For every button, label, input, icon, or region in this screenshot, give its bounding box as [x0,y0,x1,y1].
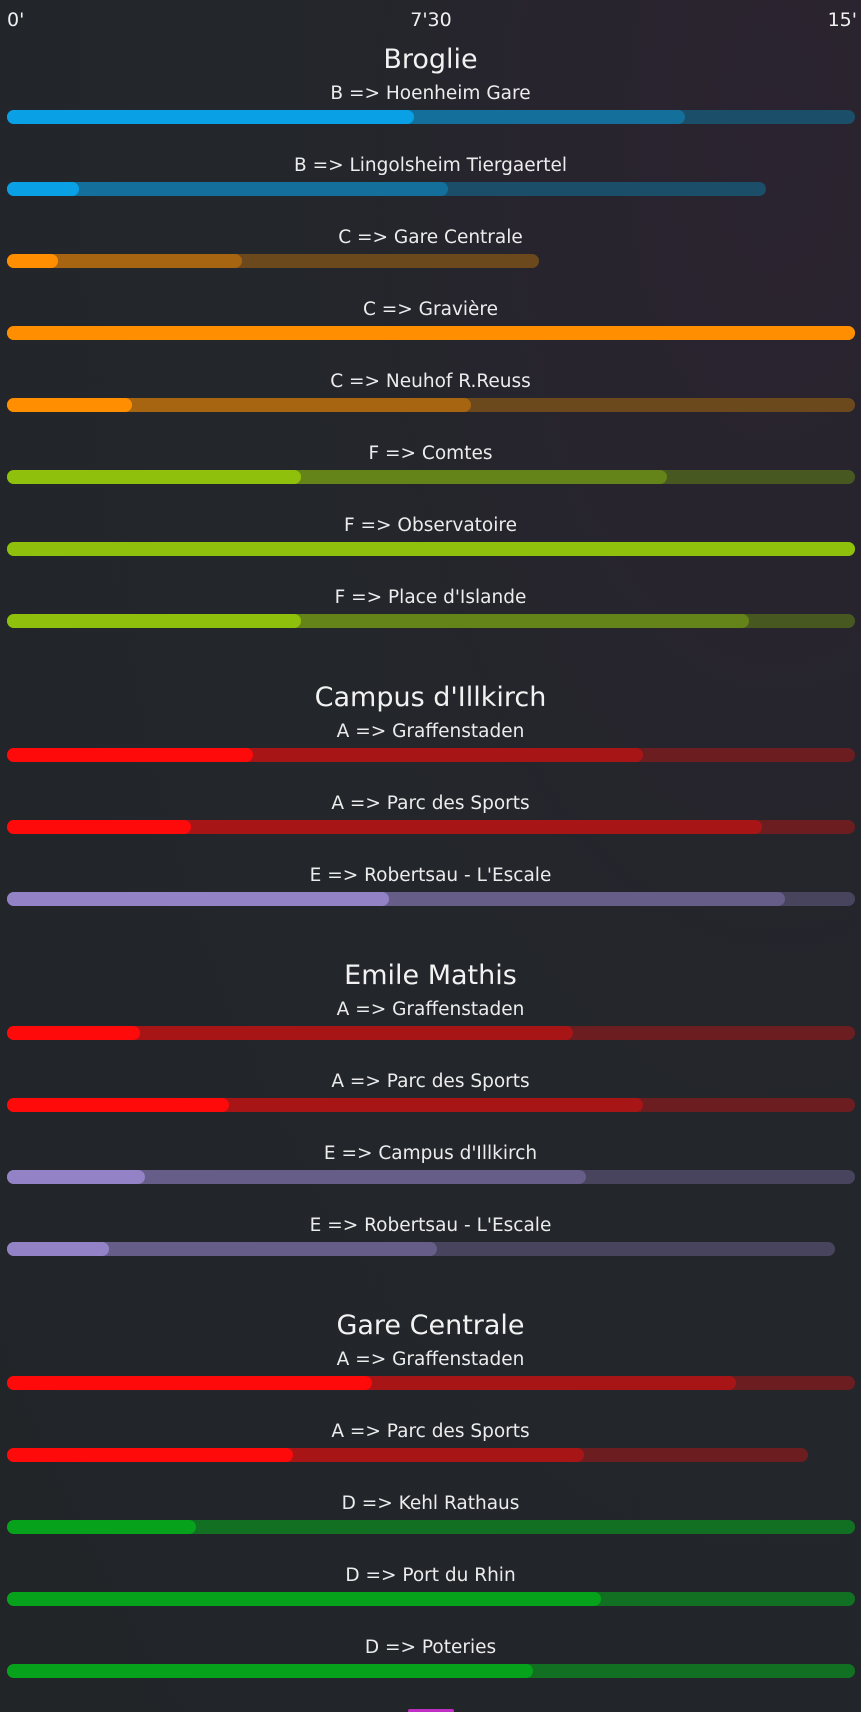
line-direction-label: A => Graffenstaden [336,721,525,742]
next-departure-bar [7,1664,533,1678]
line-direction-label: E => Robertsau - L'Escale [309,1215,552,1236]
departure-progress-track [7,1520,855,1534]
next-departure-bar [7,398,132,412]
line-departure[interactable]: F => Observatoire [0,514,861,586]
departure-progress-track [7,542,855,556]
next-departure-bar [7,110,415,124]
line-direction-label: A => Parc des Sports [331,1071,530,1092]
time-scale: 0' 7'30 15' [0,0,861,42]
departure-progress-track [7,182,855,196]
next-departure-bar [7,820,192,834]
station-list: Broglie B => Hoenheim Gare B => Lingolshei… [0,42,861,1708]
line-direction-label: A => Graffenstaden [336,1349,525,1370]
line-direction-label: C => Gravière [362,299,498,320]
line-direction-label: A => Graffenstaden [336,999,525,1020]
station-section: Broglie B => Hoenheim Gare B => Lingolshei… [0,42,861,658]
next-departure-bar [7,1520,197,1534]
line-direction-label: D => Kehl Rathaus [341,1493,520,1514]
next-departure-bar [7,470,302,484]
line-direction-label: F => Place d'Islande [334,587,527,608]
station-section: Campus d'Illkirch A => Graffenstaden A => … [0,680,861,936]
departure-progress-track [7,1592,855,1606]
station-spacer [0,936,861,958]
next-departure-bar [7,1098,230,1112]
next-departure-bar [7,254,58,268]
line-departure[interactable]: A => Graffenstaden [0,998,861,1070]
line-departure[interactable]: A => Graffenstaden [0,1348,861,1420]
line-departure[interactable]: E => Campus d'Illkirch [0,1142,861,1214]
line-departure[interactable]: B => Hoenheim Gare [0,82,861,154]
station-section: Emile Mathis A => Graffenstaden A => Parc … [0,958,861,1286]
station-name: Emile Mathis [344,960,517,991]
station-spacer [0,658,861,680]
scale-middle-label: 7'30 [410,9,452,31]
next-departure-bar [7,1170,146,1184]
departure-progress-track [7,614,855,628]
departure-progress-track [7,820,855,834]
line-direction-label: D => Poteries [364,1637,497,1658]
station-section: Gare Centrale A => Graffenstaden A => Parc… [0,1308,861,1708]
line-departure[interactable]: E => Robertsau - L'Escale [0,864,861,936]
next-departure-bar [7,1242,109,1256]
next-departure-bar [7,1592,601,1606]
line-departure[interactable]: A => Parc des Sports [0,1420,861,1492]
scale-start-label: 0' [7,9,25,31]
line-direction-label: A => Parc des Sports [331,1421,530,1442]
line-direction-label: A => Parc des Sports [331,793,530,814]
line-direction-label: D => Port du Rhin [345,1565,516,1586]
line-departure[interactable]: A => Parc des Sports [0,1070,861,1142]
departure-progress-track [7,326,855,340]
line-direction-label: E => Campus d'Illkirch [323,1143,538,1164]
next-departure-bar [7,1376,372,1390]
departure-progress-track [7,892,855,906]
departure-progress-track [7,470,855,484]
departure-progress-track [7,1448,855,1462]
departure-progress-track [7,748,855,762]
line-direction-label: E => Robertsau - L'Escale [309,865,552,886]
next-departure-bar [7,182,80,196]
line-direction-label: B => Lingolsheim Tiergaertel [294,155,567,176]
departure-progress-track [7,254,855,268]
line-departure[interactable]: A => Parc des Sports [0,792,861,864]
line-departure[interactable]: E => Robertsau - L'Escale [0,1214,861,1286]
next-departure-bar [7,326,855,340]
line-direction-label: C => Neuhof R.Reuss [330,371,531,392]
next-departure-bar [7,892,389,906]
station-spacer [0,1286,861,1308]
departure-progress-track [7,1026,855,1040]
departure-progress-track [7,1664,855,1678]
next-departure-bar [7,614,302,628]
line-direction-label: F => Observatoire [344,515,517,536]
station-name: Gare Centrale [336,1310,525,1341]
line-departure[interactable]: D => Port du Rhin [0,1564,861,1636]
line-direction-label: F => Comtes [368,443,493,464]
next-departure-bar [7,1448,293,1462]
departure-progress-track [7,1170,855,1184]
line-direction-label: C => Gare Centrale [338,227,523,248]
departure-progress-track [7,1098,855,1112]
next-departure-bar [7,542,855,556]
line-departure[interactable]: F => Place d'Islande [0,586,861,658]
station-name: Campus d'Illkirch [314,682,547,713]
departure-progress-track [7,1242,855,1256]
line-departure[interactable]: C => Neuhof R.Reuss [0,370,861,442]
next-departure-bar [7,1026,141,1040]
line-departure[interactable]: F => Comtes [0,442,861,514]
departure-progress-track [7,1376,855,1390]
line-departure[interactable]: C => Gravière [0,298,861,370]
line-direction-label: B => Hoenheim Gare [330,83,531,104]
line-departure[interactable]: C => Gare Centrale [0,226,861,298]
next-departure-bar [7,748,253,762]
scale-end-label: 15' [827,9,857,31]
line-departure[interactable]: A => Graffenstaden [0,720,861,792]
line-departure[interactable]: D => Kehl Rathaus [0,1492,861,1564]
station-name: Broglie [383,44,478,75]
line-departure[interactable]: B => Lingolsheim Tiergaertel [0,154,861,226]
departure-progress-track [7,398,855,412]
line-departure[interactable]: D => Poteries [0,1636,861,1708]
departure-progress-track [7,110,855,124]
